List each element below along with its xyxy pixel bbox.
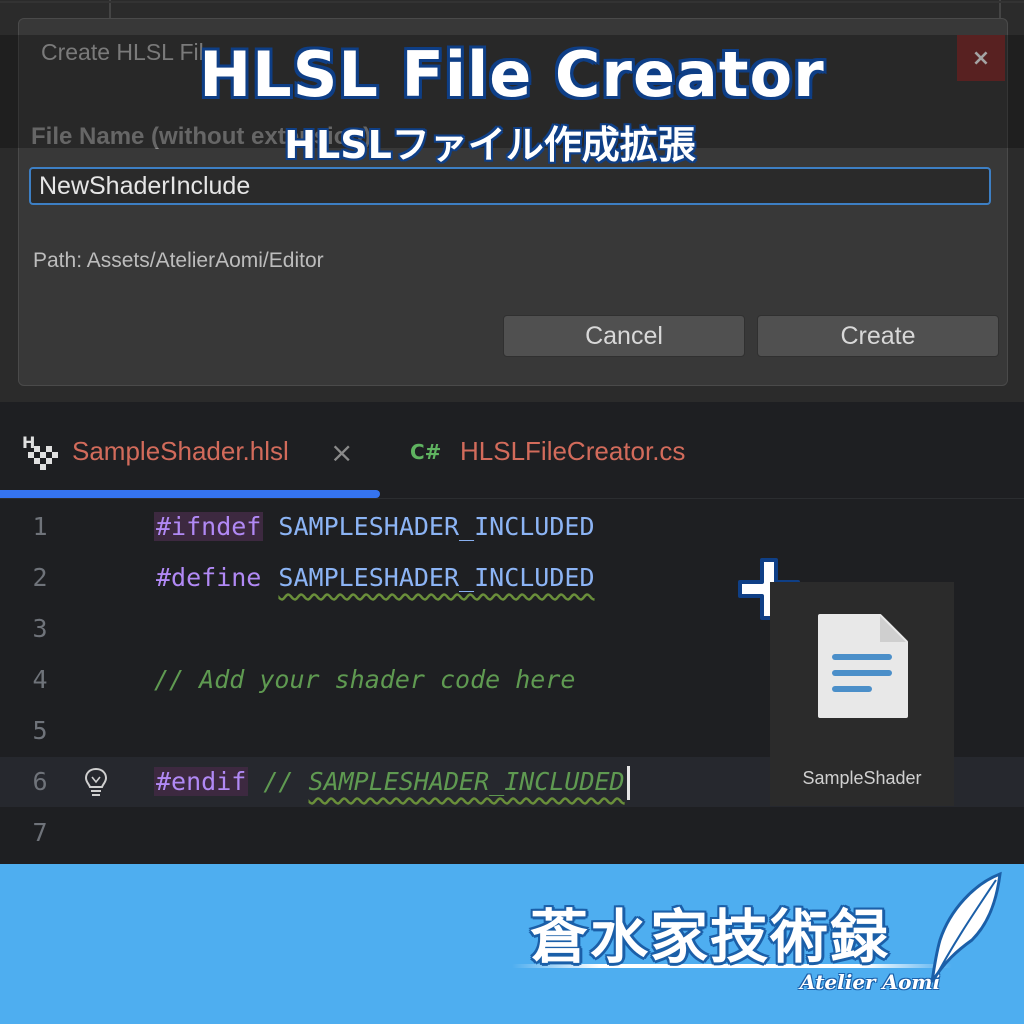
path-text: Path: Assets/AtelierAomi/Editor (33, 249, 324, 272)
text-caret (626, 766, 630, 800)
code-line[interactable]: 1 #ifndef SAMPLESHADER_INCLUDED (0, 502, 1024, 552)
csharp-file-icon: C# (410, 440, 442, 464)
line-number: 5 (32, 716, 48, 745)
editor-tab-bar: H SampleShader.hlsl × C# HLSLFileCreator… (0, 402, 1024, 499)
new-file-card[interactable]: SampleShader (770, 582, 954, 806)
macro-identifier: SAMPLESHADER_INCLUDED (278, 563, 595, 592)
code-comment-prefix: // (263, 767, 309, 796)
feather-quill-icon (930, 871, 1002, 983)
line-number: 1 (32, 512, 48, 541)
code-comment: // Add your shader code here (154, 665, 576, 694)
tab-close-icon[interactable]: × (330, 436, 353, 469)
lightbulb-icon[interactable] (82, 766, 110, 798)
tab-divider (0, 498, 1024, 499)
cancel-button[interactable]: Cancel (503, 315, 745, 357)
brand-subtitle: Atelier Aomi (800, 970, 941, 994)
brand-footer: 蒼水家技術録 Atelier Aomi (0, 864, 1024, 1024)
brand-name: 蒼水家技術録 (530, 903, 891, 971)
line-number: 6 (32, 767, 48, 796)
create-button[interactable]: Create (757, 315, 999, 357)
overlay-title: HLSL File Creator (199, 38, 825, 111)
line-number: 7 (32, 818, 48, 847)
file-name-input[interactable] (29, 167, 991, 205)
code-line[interactable]: 7 (0, 808, 1024, 858)
line-number: 4 (32, 665, 48, 694)
line-number: 3 (32, 614, 48, 643)
preprocessor-keyword: #define (156, 563, 262, 592)
overlay-subtitle: HLSLファイル作成拡張 (284, 123, 696, 167)
active-tab-indicator (0, 490, 380, 498)
preprocessor-keyword: #endif (154, 767, 249, 796)
tab-label: SampleShader.hlsl (72, 436, 289, 466)
line-number: 2 (32, 563, 48, 592)
macro-identifier: SAMPLESHADER_INCLUDED (278, 512, 595, 541)
code-comment-identifier: SAMPLESHADER_INCLUDED (308, 767, 625, 796)
svg-text:H: H (22, 433, 35, 452)
hlsl-file-icon: H (22, 433, 58, 470)
tab-label: HLSLFileCreator.cs (460, 436, 686, 466)
document-icon (818, 614, 908, 718)
file-card-label: SampleShader (802, 768, 922, 788)
preprocessor-keyword: #ifndef (154, 512, 264, 541)
